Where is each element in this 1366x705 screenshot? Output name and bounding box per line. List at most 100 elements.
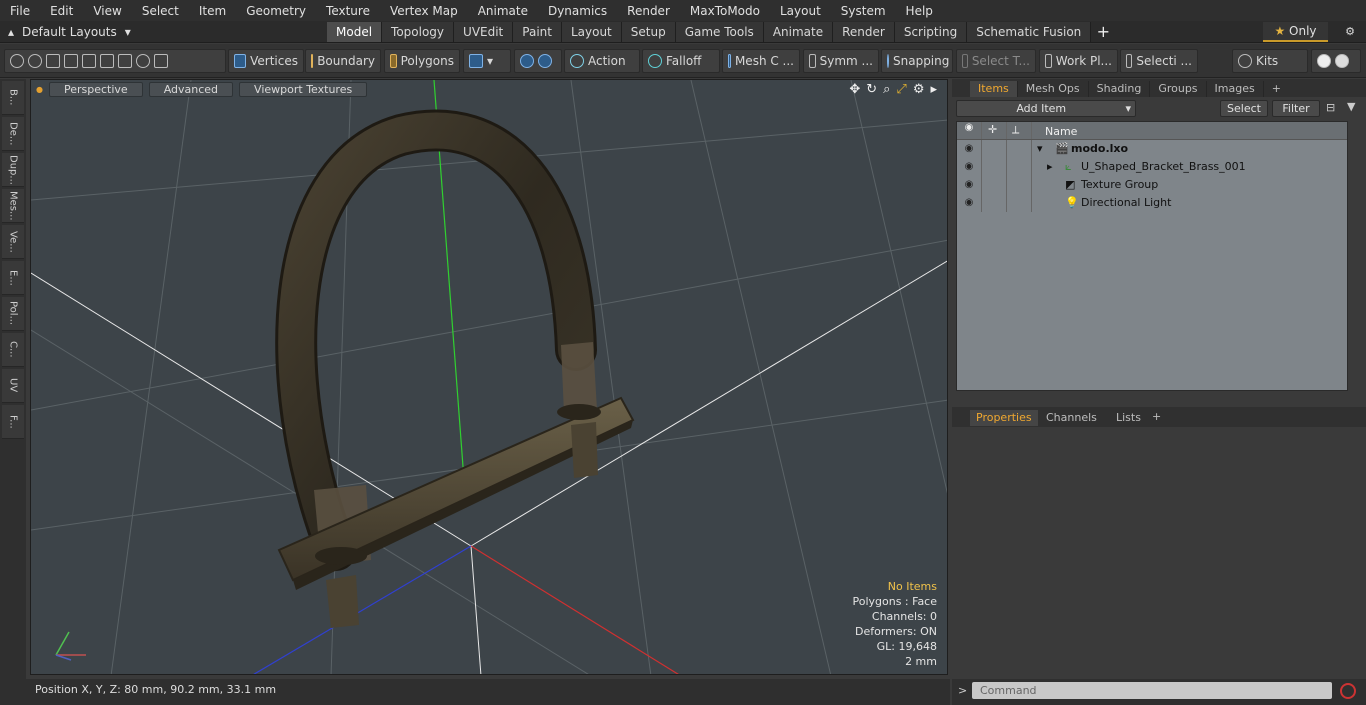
menu-file[interactable]: File (0, 4, 40, 18)
eye-icon[interactable]: ◉ (961, 158, 977, 176)
menu-geometry[interactable]: Geometry (236, 4, 316, 18)
left-tab-deform[interactable]: De... (2, 117, 24, 151)
left-tab-edge[interactable]: E... (2, 261, 24, 295)
tab-lists[interactable]: Lists (1110, 410, 1147, 426)
tab-topology[interactable]: Topology (382, 22, 455, 42)
menu-animate[interactable]: Animate (468, 4, 538, 18)
only-button[interactable]: ★ Only (1263, 22, 1328, 42)
filter-button[interactable]: Filter (1272, 100, 1320, 117)
selection-sets-button[interactable]: Selecti ... (1120, 49, 1198, 73)
action-button[interactable]: Action (564, 49, 640, 73)
record-icon[interactable] (1340, 683, 1356, 699)
maximize-icon[interactable]: ⤢ (896, 82, 906, 97)
menu-system[interactable]: System (831, 4, 896, 18)
tab-groups[interactable]: Groups (1150, 81, 1207, 97)
polygons-button[interactable]: Polygons (384, 49, 460, 73)
left-tab-curve[interactable]: C... (2, 333, 24, 367)
menu-render[interactable]: Render (617, 4, 680, 18)
shield-icon[interactable] (154, 54, 168, 68)
globe-icon[interactable] (28, 54, 42, 68)
left-tab-basic[interactable]: B... (2, 81, 24, 115)
work-plane-button[interactable]: Work Pl... (1039, 49, 1118, 73)
tab-setup[interactable]: Setup (621, 22, 676, 42)
menu-texture[interactable]: Texture (316, 4, 380, 18)
menu-edit[interactable]: Edit (40, 4, 83, 18)
select-through-button[interactable]: Select T... (956, 49, 1036, 73)
add-panel-tab-icon[interactable]: + (1264, 81, 1289, 97)
command-input[interactable]: Command (972, 682, 1332, 699)
kits-button[interactable]: Kits (1232, 49, 1308, 73)
left-tab-uv[interactable]: UV (2, 369, 24, 403)
pie-icon[interactable] (136, 54, 150, 68)
frame-icon[interactable] (118, 54, 132, 68)
center-icon[interactable] (100, 54, 114, 68)
tab-channels[interactable]: Channels (1040, 410, 1103, 426)
tab-game-tools[interactable]: Game Tools (675, 22, 764, 42)
menu-maxtomodo[interactable]: MaxToModo (680, 4, 770, 18)
tab-render[interactable]: Render (833, 22, 895, 42)
move-view-icon[interactable]: ✥ (849, 82, 860, 97)
eye-icon[interactable]: ◉ (961, 194, 977, 212)
tab-model[interactable]: Model (327, 22, 383, 42)
tab-animate[interactable]: Animate (763, 22, 834, 42)
left-tab-fusion[interactable]: F... (2, 405, 24, 439)
tab-paint[interactable]: Paint (513, 22, 562, 42)
left-tab-polygon[interactable]: Pol... (2, 297, 24, 331)
menu-dynamics[interactable]: Dynamics (538, 4, 617, 18)
pen-icon[interactable] (46, 54, 60, 68)
circle-select-icon[interactable] (10, 54, 24, 68)
3d-viewport[interactable]: ● Perspective Advanced Viewport Textures… (30, 79, 948, 675)
falloff-button[interactable]: Falloff (642, 49, 720, 73)
tab-images[interactable]: Images (1207, 81, 1264, 97)
unreal-icon[interactable] (1335, 54, 1349, 68)
tab-properties[interactable]: Properties (970, 410, 1038, 426)
menu-item[interactable]: Item (189, 4, 236, 18)
tab-scripting[interactable]: Scripting (894, 22, 968, 42)
unity-icon[interactable] (1317, 54, 1331, 68)
eye-icon[interactable]: ◉ (961, 176, 977, 194)
add-properties-tab-icon[interactable]: + (1152, 410, 1161, 423)
tab-layout[interactable]: Layout (561, 22, 622, 42)
menu-view[interactable]: View (83, 4, 131, 18)
expand-arrow-icon[interactable]: ▸ (1047, 158, 1053, 176)
mesh-constraints-button[interactable]: Mesh C ... (722, 49, 800, 73)
add-item-button[interactable]: Add Item ▾ (956, 100, 1136, 117)
gear-icon[interactable]: ⚙ (1338, 22, 1362, 42)
tab-shading[interactable]: Shading (1089, 81, 1151, 97)
tab-uvedit[interactable]: UVEdit (454, 22, 514, 42)
layouts-dropdown[interactable]: ▴ Default Layouts ▾ (8, 23, 131, 41)
tab-items[interactable]: Items (970, 81, 1018, 97)
sphere-alt-icon[interactable] (538, 54, 552, 68)
tree-row-texture-group[interactable]: ◉ ◩ Texture Group (957, 176, 1347, 194)
menu-layout[interactable]: Layout (770, 4, 831, 18)
eye-icon[interactable]: ◉ (961, 140, 977, 158)
funnel-icon[interactable]: ▼ (1347, 100, 1355, 113)
rotate-view-icon[interactable]: ↻ (866, 82, 877, 97)
viewport-textures-button[interactable]: Viewport Textures (239, 81, 368, 97)
viewport-menu-arrow-icon[interactable]: ▸ (930, 82, 937, 97)
align-icon[interactable] (82, 54, 96, 68)
layout-toggle-icon[interactable]: ▴ (8, 25, 14, 39)
viewport-gear-icon[interactable]: ⚙ (913, 82, 925, 97)
name-column-header[interactable]: Name (1045, 125, 1077, 138)
tab-mesh-ops[interactable]: Mesh Ops (1018, 81, 1089, 97)
menu-help[interactable]: Help (896, 4, 943, 18)
menu-vertex-map[interactable]: Vertex Map (380, 4, 468, 18)
left-tab-duplicate[interactable]: Dup... (2, 153, 24, 187)
left-tab-mesh-edit[interactable]: Mes... (2, 189, 24, 223)
left-tab-vertex[interactable]: Ve... (2, 225, 24, 259)
item-mode-dropdown[interactable]: ▾ (463, 49, 511, 73)
snapping-button[interactable]: Snapping (881, 49, 953, 73)
tree-row-light[interactable]: ◉ 💡 Directional Light (957, 194, 1347, 212)
select-button[interactable]: Select (1220, 100, 1268, 117)
symmetry-button[interactable]: Symm ... (803, 49, 879, 73)
boundary-button[interactable]: Boundary (305, 49, 381, 73)
collapse-icon[interactable]: ⊟ (1326, 101, 1335, 114)
vertices-button[interactable]: Vertices (228, 49, 304, 73)
sphere-icon[interactable] (520, 54, 534, 68)
advanced-button[interactable]: Advanced (148, 81, 234, 97)
brush-icon[interactable] (64, 54, 78, 68)
menu-select[interactable]: Select (132, 4, 189, 18)
zoom-icon[interactable]: ⌕ (883, 82, 890, 97)
tree-row-scene[interactable]: ◉ ▾ 🎬 modo.lxo (957, 140, 1347, 158)
